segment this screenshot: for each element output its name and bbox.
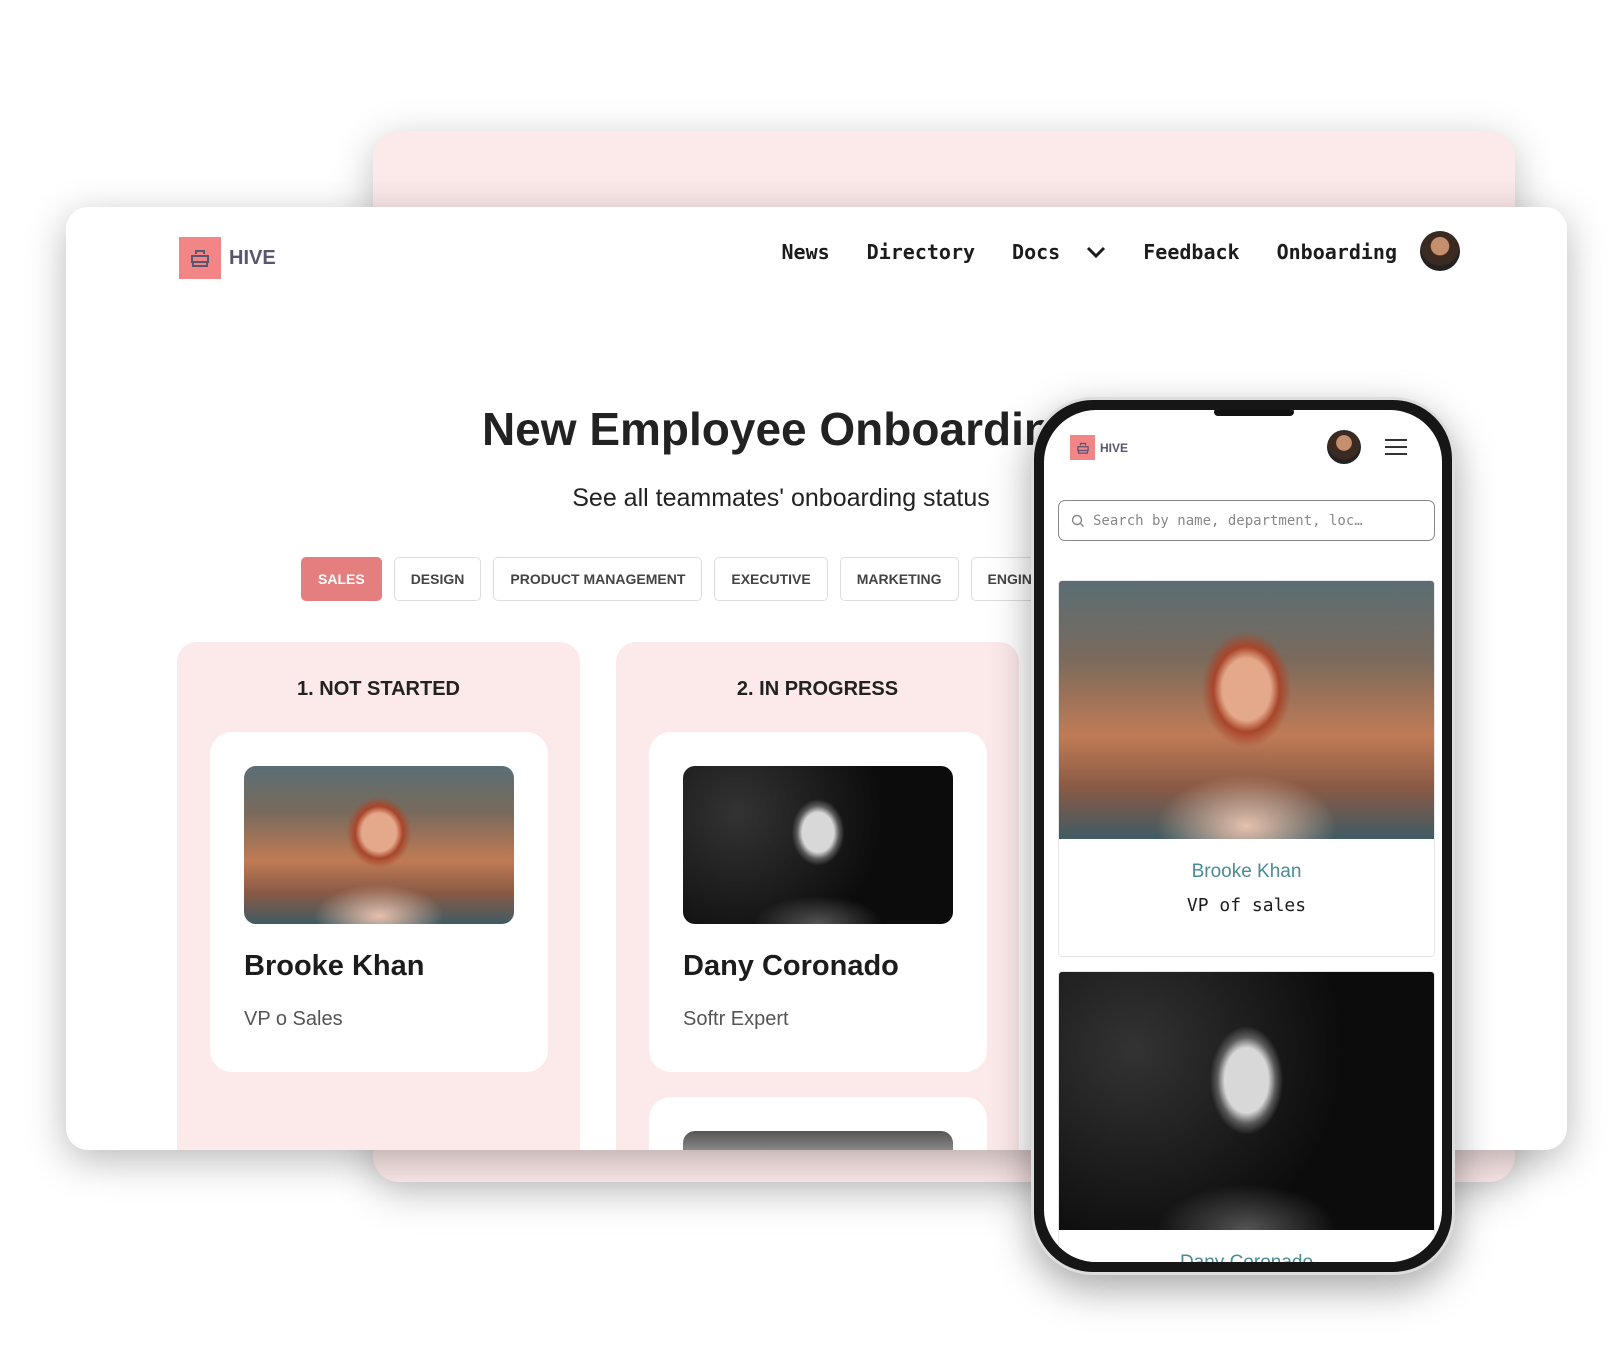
- employee-card[interactable]: Brooke Khan VP o Sales: [210, 732, 548, 1072]
- employee-photo: [244, 766, 514, 924]
- mobile-device: HIVE Search by name, department, loc… Br…: [1031, 397, 1455, 1275]
- employee-role: VP o Sales: [244, 1008, 343, 1030]
- employee-card[interactable]: Brooke Khan VP of sales: [1058, 580, 1435, 957]
- employee-card[interactable]: Dany Coronado Softr Expert: [649, 732, 987, 1072]
- employee-role: VP of sales: [1186, 895, 1307, 916]
- nav-news[interactable]: News: [781, 240, 829, 264]
- employee-name: Dany Coronado: [683, 950, 899, 982]
- employee-photo: [683, 1131, 953, 1150]
- brand-name: HIVE: [1100, 440, 1129, 455]
- employee-photo: [683, 766, 953, 924]
- user-avatar[interactable]: [1327, 430, 1361, 464]
- tab-design[interactable]: DESIGN: [393, 557, 482, 601]
- department-tabs: SALES DESIGN PRODUCT MANAGEMENT EXECUTIV…: [301, 557, 1103, 601]
- brand-logo[interactable]: HIVE: [1070, 435, 1128, 460]
- tab-marketing[interactable]: MARKETING: [839, 557, 959, 601]
- main-nav: News Directory Docs Feedback Onboarding: [781, 240, 1397, 264]
- briefcase-icon: [179, 237, 221, 279]
- hamburger-menu-icon[interactable]: [1384, 438, 1408, 456]
- nav-directory[interactable]: Directory: [867, 240, 975, 264]
- employee-name: Dany Coronado: [1059, 1252, 1434, 1262]
- employee-card[interactable]: [649, 1097, 987, 1150]
- nav-feedback[interactable]: Feedback: [1143, 240, 1239, 264]
- search-icon: [1071, 514, 1084, 527]
- brand-logo[interactable]: HIVE: [179, 237, 276, 279]
- user-avatar[interactable]: [1420, 231, 1460, 271]
- column-title: 1. NOT STARTED: [297, 678, 460, 700]
- tab-product-management[interactable]: PRODUCT MANAGEMENT: [493, 557, 703, 601]
- nav-docs-label: Docs: [1012, 240, 1061, 264]
- search-placeholder: Search by name, department, loc…: [1093, 512, 1363, 529]
- employee-photo: [1059, 972, 1434, 1230]
- mobile-screen: HIVE Search by name, department, loc… Br…: [1044, 410, 1442, 1262]
- column-title: 2. IN PROGRESS: [736, 678, 899, 700]
- employee-role: Softr Expert: [683, 1008, 789, 1030]
- column-not-started: 1. NOT STARTED Brooke Khan VP o Sales: [177, 642, 580, 1150]
- tab-executive[interactable]: EXECUTIVE: [714, 557, 828, 601]
- employee-name: Brooke Khan: [1191, 861, 1302, 882]
- employee-name: Brooke Khan: [244, 950, 425, 982]
- employee-photo: [1059, 581, 1434, 839]
- employee-card[interactable]: Dany Coronado: [1058, 971, 1435, 1262]
- nav-onboarding[interactable]: Onboarding: [1277, 240, 1397, 264]
- brand-name: HIVE: [229, 246, 276, 269]
- column-in-progress: 2. IN PROGRESS Dany Coronado Softr Exper…: [616, 642, 1019, 1150]
- search-input[interactable]: Search by name, department, loc…: [1058, 500, 1435, 541]
- tab-sales[interactable]: SALES: [301, 557, 382, 601]
- phone-notch: [1214, 410, 1294, 416]
- nav-docs[interactable]: Docs: [1012, 240, 1106, 264]
- briefcase-icon: [1070, 435, 1095, 460]
- chevron-down-icon: [1087, 246, 1106, 259]
